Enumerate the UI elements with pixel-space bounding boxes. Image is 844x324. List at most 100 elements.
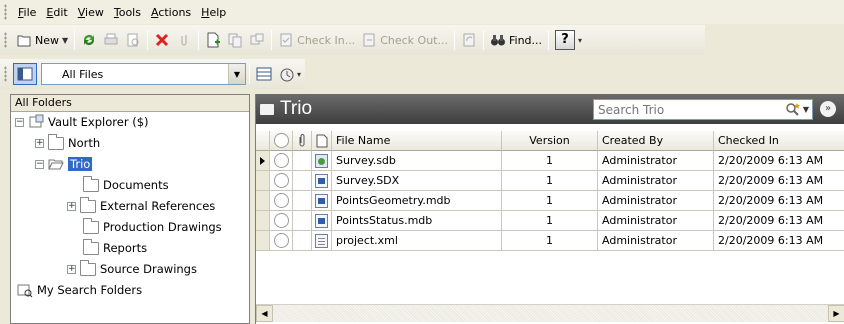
search-box: ▼	[593, 99, 813, 120]
tree-item-production-drawings[interactable]: Production Drawings	[83, 217, 222, 237]
tree-item-north[interactable]: + North	[35, 133, 100, 153]
check-out-button[interactable]: Check Out...	[358, 29, 451, 51]
print-preview-icon	[127, 33, 139, 47]
tree-root[interactable]: − Vault Explorer ($)	[15, 112, 149, 132]
help-button[interactable]: ?	[552, 29, 578, 51]
table-row[interactable]: Survey.sdb 1 Administrator 2/20/2009 6:1…	[256, 151, 844, 171]
checked-in-cell: 2/20/2009 6:13 AM	[714, 191, 844, 211]
paperclip-icon	[181, 35, 187, 46]
attachment-column-header[interactable]	[293, 131, 312, 151]
menu-view-rest: iew	[85, 5, 104, 19]
file-name-cell[interactable]: project.xml	[332, 231, 502, 251]
created-by-cell: Administrator	[598, 171, 714, 191]
tree-item-reports[interactable]: Reports	[83, 238, 147, 258]
column-header-file-name[interactable]: File Name	[332, 131, 502, 151]
toolbar-grip[interactable]	[4, 66, 7, 82]
scroll-left-icon[interactable]: ◀	[256, 304, 273, 322]
view-options-button[interactable]	[275, 63, 297, 85]
menu-file[interactable]: File	[13, 4, 41, 21]
menu-help[interactable]: Help	[196, 4, 231, 21]
new-dropdown-icon[interactable]: ▼	[62, 36, 68, 45]
grid-header-row: File Name Version Created By Checked In	[256, 131, 844, 151]
search-input[interactable]	[594, 100, 782, 119]
file-type-column-header[interactable]	[312, 131, 332, 151]
undo-check-out-button[interactable]	[458, 29, 480, 51]
scrollbar-track[interactable]	[273, 304, 828, 322]
toolbar-separator	[271, 30, 273, 50]
toolbar-separator	[198, 30, 200, 50]
menu-file-rest: ile	[23, 5, 37, 19]
menu-actions[interactable]: Actions	[146, 4, 196, 21]
expand-icon[interactable]: +	[67, 264, 76, 274]
column-header-checked-in[interactable]: Checked In	[714, 131, 844, 151]
menu-tools[interactable]: Tools	[109, 4, 146, 21]
table-row[interactable]: PointsStatus.mdb 1 Administrator 2/20/20…	[256, 211, 844, 231]
search-dropdown-icon[interactable]: ▼	[803, 105, 809, 114]
more-options-icon[interactable]: »	[820, 101, 836, 117]
menu-edit[interactable]: Edit	[41, 4, 72, 21]
scroll-right-icon[interactable]: ▶	[828, 304, 844, 322]
toolbar-separator	[482, 30, 484, 50]
checked-in-cell: 2/20/2009 6:13 AM	[714, 211, 844, 231]
row-selector[interactable]	[256, 191, 270, 211]
folder-icon	[48, 133, 64, 150]
table-row[interactable]: project.xml 1 Administrator 2/20/2009 6:…	[256, 231, 844, 251]
file-name-cell[interactable]: Survey.sdb	[332, 151, 502, 171]
file-name-cell[interactable]: PointsGeometry.mdb	[332, 191, 502, 211]
row-selector[interactable]	[256, 211, 270, 231]
file-name-cell[interactable]: Survey.SDX	[332, 171, 502, 191]
tree-item-label: North	[68, 136, 101, 150]
toolbar-overflow-icon[interactable]: ▾	[297, 70, 301, 79]
status-circle-icon	[273, 133, 289, 148]
row-selector[interactable]	[256, 151, 270, 171]
attach-button[interactable]	[173, 29, 195, 51]
status-column-header[interactable]	[270, 131, 293, 151]
attachment-cell	[293, 151, 312, 171]
binoculars-icon	[490, 35, 505, 46]
add-files-button[interactable]	[202, 29, 224, 51]
folder-icon	[83, 238, 99, 255]
chevron-down-icon[interactable]: ▼	[228, 64, 245, 84]
version-cell: 1	[502, 211, 598, 231]
horizontal-scrollbar[interactable]: ◀ ▶	[256, 304, 844, 322]
row-selector[interactable]	[256, 171, 270, 191]
xml-file-icon	[315, 233, 328, 248]
tree-item-my-search-folders[interactable]: My Search Folders	[17, 280, 142, 300]
attachment-cell	[293, 231, 312, 251]
delete-button[interactable]	[151, 29, 173, 51]
table-row[interactable]: Survey.SDX 1 Administrator 2/20/2009 6:1…	[256, 171, 844, 191]
file-name-cell[interactable]: PointsStatus.mdb	[332, 211, 502, 231]
table-row[interactable]: PointsGeometry.mdb 1 Administrator 2/20/…	[256, 191, 844, 211]
view-selector-value: All Files	[62, 67, 104, 81]
tree-item-external-references[interactable]: + External References	[67, 196, 215, 216]
row-selector[interactable]	[256, 231, 270, 251]
copy-design-button[interactable]	[224, 29, 246, 51]
navigation-pane-button[interactable]	[13, 63, 37, 85]
tree-item-source-drawings[interactable]: + Source Drawings	[67, 259, 197, 279]
expand-icon[interactable]: +	[67, 201, 76, 211]
move-button[interactable]	[246, 29, 268, 51]
print-button[interactable]	[100, 29, 122, 51]
column-header-created-by[interactable]: Created By	[598, 131, 714, 151]
view-selector[interactable]: All Files ▼	[41, 63, 246, 85]
search-button[interactable]: ▼	[782, 102, 812, 118]
expand-icon[interactable]: +	[35, 138, 44, 148]
collapse-icon[interactable]: −	[15, 117, 24, 127]
menu-view[interactable]: View	[73, 4, 109, 21]
menu-grip[interactable]	[4, 4, 7, 20]
toolbar-grip[interactable]	[4, 32, 7, 48]
check-in-button[interactable]: Check In...	[275, 29, 358, 51]
toolbar-overflow-icon[interactable]: ▾	[578, 36, 582, 45]
new-button[interactable]: New ▼	[13, 29, 71, 51]
view-layout-button[interactable]	[253, 63, 275, 85]
tree-item-trio[interactable]: − Trio	[35, 154, 93, 174]
refresh-button[interactable]	[78, 29, 100, 51]
status-circle-icon	[273, 153, 289, 168]
print-preview-button[interactable]	[122, 29, 144, 51]
find-button[interactable]: Find...	[487, 29, 545, 51]
column-header-version[interactable]: Version	[502, 131, 598, 151]
tree-item-documents[interactable]: Documents	[83, 175, 169, 195]
new-button-label: New	[35, 33, 59, 47]
toolbar-separator	[548, 30, 550, 50]
collapse-icon[interactable]: −	[35, 159, 44, 169]
